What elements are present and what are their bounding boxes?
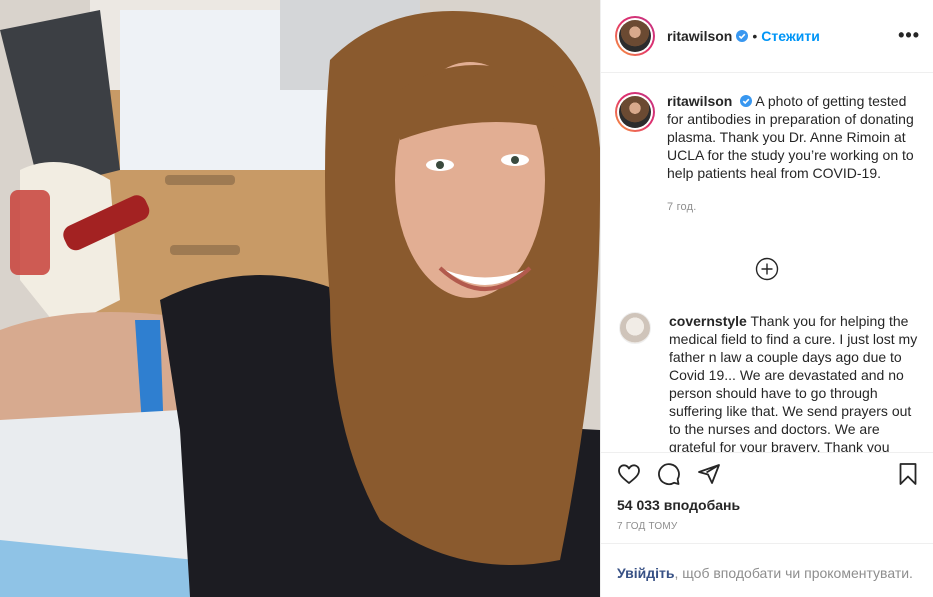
verified-badge-icon <box>740 95 753 107</box>
share-icon[interactable] <box>697 462 721 486</box>
comment-text: Thank you for helping the medical field … <box>669 313 918 452</box>
login-prompt-text: , щоб вподобати чи прокоментувати. <box>674 565 913 581</box>
comment-icon[interactable] <box>657 462 681 486</box>
comment-body: covernstyle Thank you for helping the me… <box>669 312 920 452</box>
heart-icon[interactable] <box>617 462 641 486</box>
separator-dot: • <box>752 28 758 44</box>
comment-item: covernstyle Thank you for helping the me… <box>615 312 920 452</box>
comment-username[interactable]: covernstyle <box>669 313 747 329</box>
post-caption: ritawilson A photo of getting tested for… <box>615 92 920 216</box>
caption-timestamp[interactable]: 7 год. <box>667 198 920 216</box>
post-side-panel: ritawilson • Стежити ••• ritawilson A ph… <box>600 0 933 597</box>
commenter-avatar[interactable] <box>619 312 651 344</box>
bookmark-icon[interactable] <box>896 462 920 486</box>
caption-avatar[interactable] <box>615 92 655 132</box>
post-photo-illustration <box>0 0 600 597</box>
verified-badge-icon <box>736 30 749 42</box>
caption-body: ritawilson A photo of getting tested for… <box>667 92 920 216</box>
post-header: ritawilson • Стежити ••• <box>601 0 933 73</box>
more-options-icon[interactable]: ••• <box>898 26 920 44</box>
post-photo[interactable] <box>0 0 600 597</box>
login-prompt: Увійдіть, щоб вподобати чи прокоментуват… <box>601 543 933 597</box>
profile-avatar[interactable] <box>615 16 655 56</box>
action-icons <box>617 462 721 486</box>
follow-button[interactable]: Стежити <box>761 28 820 44</box>
post-timestamp[interactable]: 7 ГОД ТОМУ <box>617 521 677 532</box>
load-more-icon[interactable] <box>755 257 779 281</box>
header-username[interactable]: ritawilson <box>667 28 732 44</box>
likes-count[interactable]: 54 033 вподобань <box>617 497 740 513</box>
login-link[interactable]: Увійдіть <box>617 565 675 581</box>
caption-username[interactable]: ritawilson <box>667 93 732 109</box>
post-actions: 54 033 вподобань 7 ГОД ТОМУ Увійдіть, що… <box>601 452 933 597</box>
